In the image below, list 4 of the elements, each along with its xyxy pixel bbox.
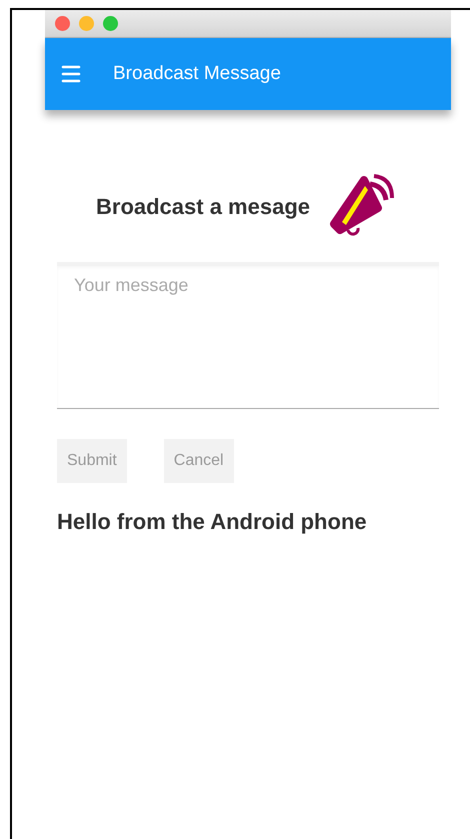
page-heading: Broadcast a mesage (96, 192, 310, 221)
app-title: Broadcast Message (113, 62, 281, 86)
message-field[interactable]: Your message (57, 262, 439, 409)
received-message: Hello from the Android phone (57, 508, 368, 536)
